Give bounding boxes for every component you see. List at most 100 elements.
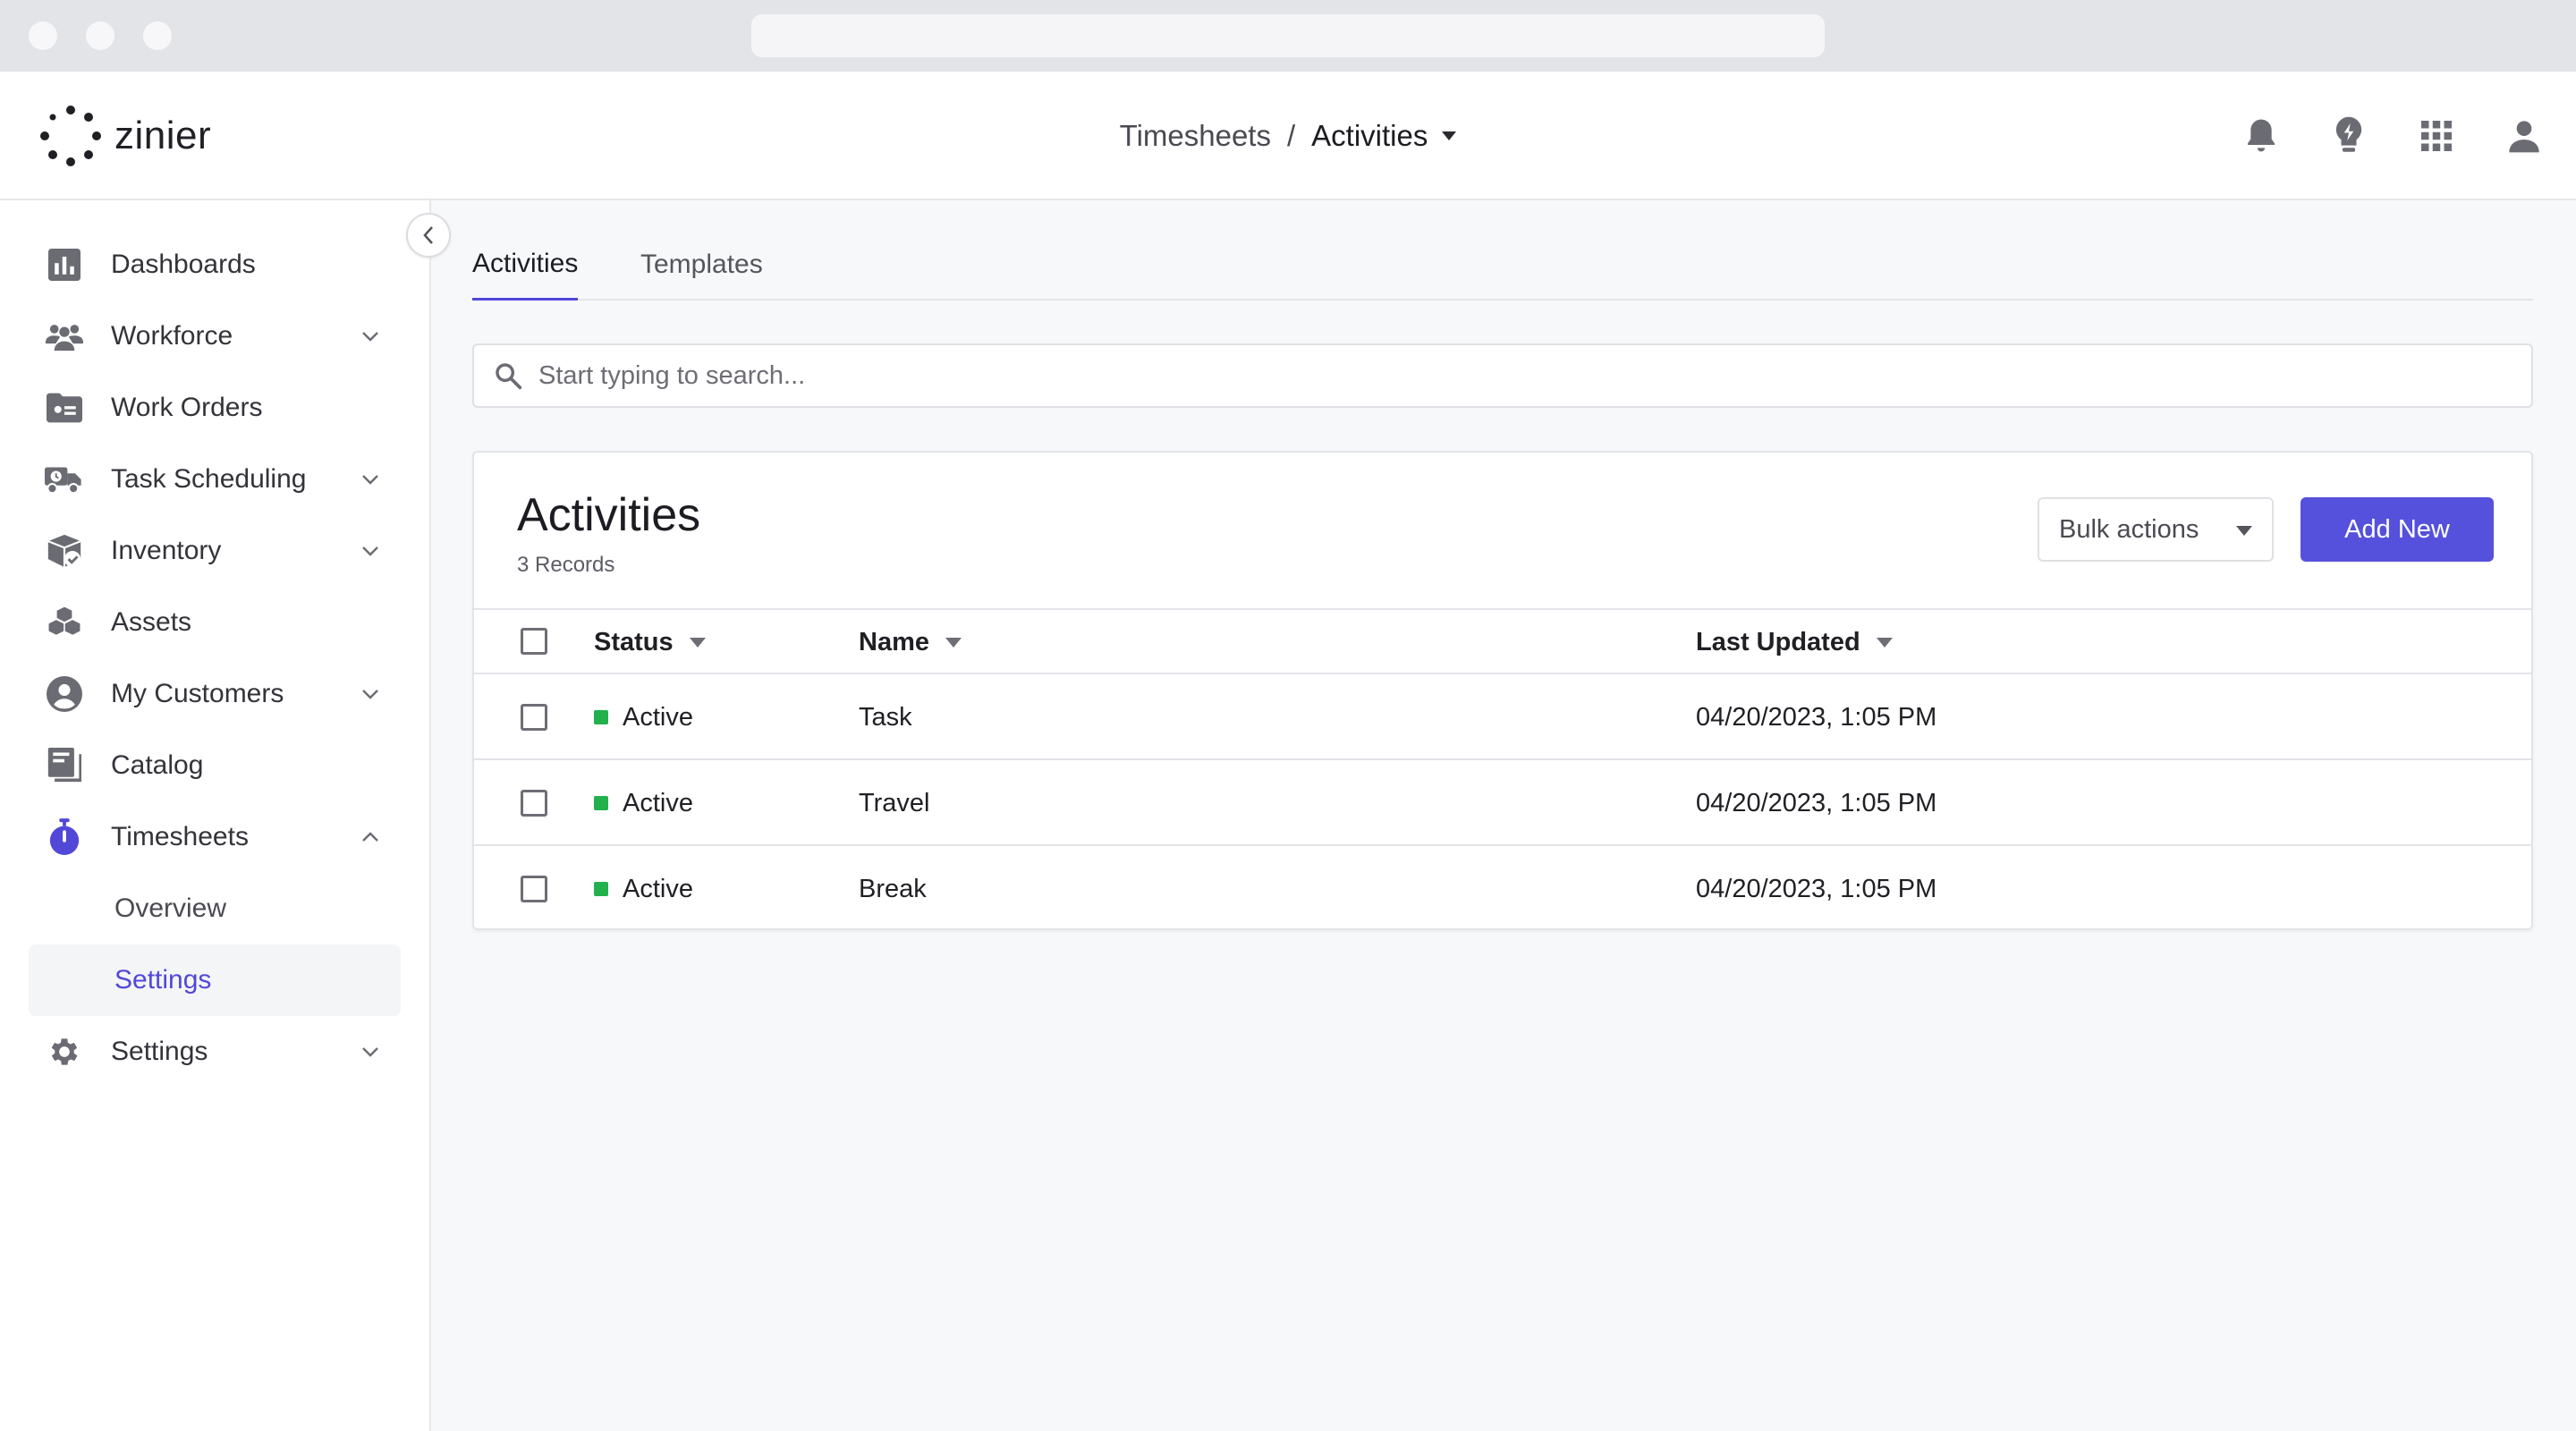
activities-card: Activities 3 Records Bulk actions Add Ne… bbox=[472, 451, 2533, 930]
people-icon bbox=[43, 315, 86, 358]
table-row[interactable]: Active Travel 04/20/2023, 1:05 PM bbox=[474, 760, 2531, 846]
window-minimize-dot[interactable] bbox=[86, 21, 114, 50]
column-header-label: Status bbox=[594, 627, 674, 656]
gear-icon bbox=[43, 1030, 86, 1073]
browser-chrome bbox=[0, 0, 2576, 72]
status-label: Active bbox=[623, 702, 693, 732]
sidebar-item-timesheets[interactable]: Timesheets bbox=[29, 801, 401, 873]
sidebar-item-label: Timesheets bbox=[111, 822, 249, 851]
sidebar-item-settings[interactable]: Settings bbox=[29, 1016, 401, 1088]
sidebar-subitem-overview[interactable]: Overview bbox=[29, 873, 401, 944]
sidebar-item-my-customers[interactable]: My Customers bbox=[29, 658, 401, 730]
tab-templates[interactable]: Templates bbox=[640, 229, 763, 301]
lightbulb-icon[interactable] bbox=[2329, 107, 2368, 165]
table-row[interactable]: Active Break 04/20/2023, 1:05 PM bbox=[474, 846, 2531, 932]
apps-grid-icon[interactable] bbox=[2417, 107, 2456, 165]
cubes-icon bbox=[43, 601, 86, 644]
last-updated-cell: 04/20/2023, 1:05 PM bbox=[1696, 874, 1937, 903]
caret-down-icon bbox=[2236, 526, 2252, 536]
box-check-icon bbox=[43, 529, 86, 572]
user-icon[interactable] bbox=[2504, 107, 2544, 165]
tab-activities[interactable]: Activities bbox=[472, 229, 579, 301]
sort-caret-icon bbox=[1876, 637, 1893, 648]
sort-caret-icon bbox=[945, 637, 962, 648]
sidebar-item-workforce[interactable]: Workforce bbox=[29, 301, 401, 372]
record-count: 3 Records bbox=[517, 553, 615, 577]
sidebar-item-catalog[interactable]: Catalog bbox=[29, 730, 401, 801]
sidebar-item-label: Settings bbox=[111, 1037, 208, 1066]
sidebar-collapse-button[interactable] bbox=[406, 213, 451, 258]
sidebar-item-task-scheduling[interactable]: Task Scheduling bbox=[29, 444, 401, 515]
name-cell: Break bbox=[859, 874, 927, 903]
folder-card-icon bbox=[43, 386, 86, 429]
table-row[interactable]: Active Task 04/20/2023, 1:05 PM bbox=[474, 674, 2531, 760]
bell-icon[interactable] bbox=[2241, 107, 2281, 165]
select-all-checkbox[interactable] bbox=[521, 628, 547, 655]
status-label: Active bbox=[623, 788, 693, 817]
bulk-actions-dropdown[interactable]: Bulk actions bbox=[2038, 497, 2274, 562]
row-checkbox[interactable] bbox=[521, 790, 547, 817]
column-header-label: Last Updated bbox=[1696, 627, 1860, 656]
row-checkbox[interactable] bbox=[521, 876, 547, 902]
row-checkbox[interactable] bbox=[521, 704, 547, 731]
header-actions bbox=[2241, 107, 2544, 165]
status-active-indicator bbox=[594, 882, 608, 896]
column-header-last-updated[interactable]: Last Updated bbox=[1696, 610, 1893, 674]
breadcrumb-separator: / bbox=[1286, 119, 1296, 152]
search-box bbox=[472, 343, 2533, 408]
zinier-logo-icon bbox=[40, 106, 101, 166]
chevron-left-icon bbox=[423, 226, 433, 244]
bar-chart-icon bbox=[43, 243, 86, 286]
name-cell: Travel bbox=[859, 788, 930, 817]
status-active-indicator bbox=[594, 796, 608, 810]
sidebar-item-dashboards[interactable]: Dashboards bbox=[29, 229, 401, 301]
sidebar-item-label: Dashboards bbox=[111, 250, 256, 279]
window-close-dot[interactable] bbox=[29, 21, 57, 50]
sidebar-item-label: Task Scheduling bbox=[111, 464, 307, 494]
sidebar-item-label: Inventory bbox=[111, 536, 222, 565]
address-bar[interactable] bbox=[751, 14, 1825, 57]
last-updated-cell: 04/20/2023, 1:05 PM bbox=[1696, 702, 1937, 732]
column-header-name[interactable]: Name bbox=[859, 610, 962, 674]
sidebar-item-work-orders[interactable]: Work Orders bbox=[29, 372, 401, 444]
last-updated-cell: 04/20/2023, 1:05 PM bbox=[1696, 788, 1937, 817]
chevron-down-icon[interactable] bbox=[349, 673, 392, 716]
breadcrumb-current-label: Activities bbox=[1311, 119, 1428, 152]
sidebar-item-label: Workforce bbox=[111, 321, 233, 351]
brand-logo[interactable]: zinier bbox=[39, 100, 211, 172]
sort-caret-icon bbox=[689, 637, 706, 648]
status-cell: Active bbox=[594, 846, 693, 932]
sidebar-item-inventory[interactable]: Inventory bbox=[29, 515, 401, 587]
chevron-down-icon[interactable] bbox=[349, 529, 392, 572]
status-active-indicator bbox=[594, 710, 608, 724]
breadcrumb-current[interactable]: Activities bbox=[1311, 119, 1457, 153]
column-header-status[interactable]: Status bbox=[594, 610, 706, 674]
search-icon bbox=[490, 358, 526, 394]
sidebar-item-label: Work Orders bbox=[111, 393, 263, 422]
brand-name: zinier bbox=[114, 114, 212, 157]
sidebar-subitem-settings[interactable]: Settings bbox=[29, 944, 401, 1016]
bulk-actions-label: Bulk actions bbox=[2059, 514, 2199, 544]
account-circle-icon bbox=[43, 673, 86, 716]
table-header: Status Name Last Updated bbox=[474, 608, 2531, 674]
status-cell: Active bbox=[594, 760, 693, 846]
card-title: Activities bbox=[517, 489, 701, 541]
chevron-down-icon[interactable] bbox=[349, 1030, 392, 1073]
book-icon bbox=[43, 744, 86, 787]
status-cell: Active bbox=[594, 674, 693, 760]
chevron-up-icon[interactable] bbox=[349, 816, 392, 859]
truck-clock-icon bbox=[43, 458, 86, 501]
sidebar-item-label: Assets bbox=[111, 607, 192, 637]
sidebar-item-assets[interactable]: Assets bbox=[29, 587, 401, 658]
add-new-button[interactable]: Add New bbox=[2301, 497, 2494, 562]
search-input[interactable] bbox=[538, 360, 2531, 391]
sidebar: Dashboards Workforce Work Orders Task Sc… bbox=[0, 200, 431, 1431]
status-label: Active bbox=[623, 874, 693, 903]
window-maximize-dot[interactable] bbox=[143, 21, 172, 50]
caret-down-icon bbox=[1442, 131, 1457, 140]
chevron-down-icon[interactable] bbox=[349, 458, 392, 501]
app-header: zinier Timesheets / Activities bbox=[0, 72, 2576, 200]
column-header-label: Name bbox=[859, 627, 929, 656]
chevron-down-icon[interactable] bbox=[349, 315, 392, 358]
breadcrumb-parent[interactable]: Timesheets bbox=[1120, 119, 1271, 153]
